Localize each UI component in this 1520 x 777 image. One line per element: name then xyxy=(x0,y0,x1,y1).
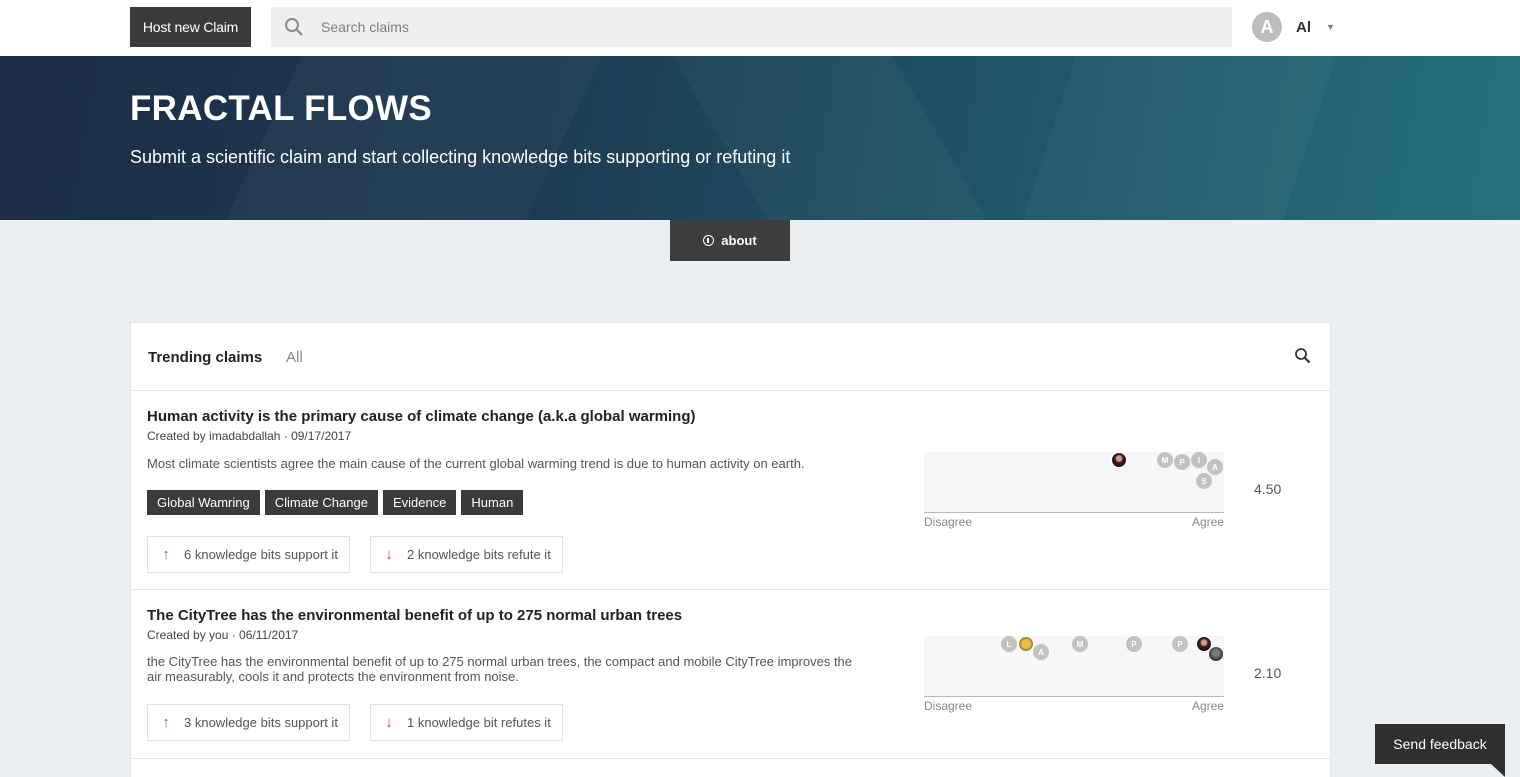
claim-meta: Created by imadabdallah · 09/17/2017 xyxy=(147,429,352,443)
arrow-up-icon: ↑ xyxy=(162,714,170,731)
voter-avatar[interactable]: S xyxy=(1196,473,1212,489)
claim-title[interactable]: Human activity is the primary cause of c… xyxy=(147,408,696,425)
tag[interactable]: Global Wamring xyxy=(147,490,260,515)
claim-description: the CityTree has the environmental benef… xyxy=(147,654,853,684)
tag[interactable]: Human xyxy=(461,490,524,515)
hero-facet xyxy=(673,56,988,220)
hero-banner: FRACTAL FLOWS Submit a scientific claim … xyxy=(0,56,1520,220)
voter-avatar[interactable]: P xyxy=(1126,636,1142,652)
claim-title[interactable]: The CityTree has the environmental benef… xyxy=(147,607,682,624)
agreement-spectrum: M P I A S Disagree Agree xyxy=(924,452,1225,532)
agreement-spectrum: L A M P P Disagree Agree xyxy=(924,636,1225,716)
refute-button[interactable]: ↓ 1 knowledge bit refutes it xyxy=(370,704,563,741)
page-subtitle: Submit a scientific claim and start coll… xyxy=(130,147,791,167)
voter-avatar[interactable] xyxy=(1018,636,1034,652)
voter-avatar[interactable]: L xyxy=(1001,636,1017,652)
search-bar[interactable] xyxy=(271,7,1232,47)
hero-facet xyxy=(1014,56,1345,220)
voter-avatar[interactable]: M xyxy=(1157,452,1173,468)
support-button[interactable]: ↑ 3 knowledge bits support it xyxy=(147,704,350,741)
claim-score: 2.10 xyxy=(1254,665,1282,681)
claim-item: The CityTree has the environmental benef… xyxy=(131,590,1330,759)
search-icon[interactable] xyxy=(1294,347,1312,365)
user-name: Al xyxy=(1296,18,1311,36)
voter-avatar[interactable]: I xyxy=(1191,452,1207,468)
disagree-label: Disagree xyxy=(924,515,973,529)
host-new-claim-button[interactable]: Host new Claim xyxy=(130,7,251,47)
top-bar: Host new Claim A Al ▼ xyxy=(0,0,1520,56)
feedback-tail xyxy=(1491,764,1505,777)
voter-avatar[interactable]: P xyxy=(1172,636,1188,652)
tab-all[interactable]: All xyxy=(286,349,303,366)
claim-item: Human activity is the primary cause of c… xyxy=(131,391,1330,590)
user-menu[interactable]: A Al ▼ xyxy=(1252,12,1335,42)
tag[interactable]: Evidence xyxy=(382,490,457,515)
claim-score: 4.50 xyxy=(1254,481,1282,497)
support-label: 3 knowledge bits support it xyxy=(184,715,338,730)
tab-trending[interactable]: Trending claims xyxy=(148,349,262,366)
agree-label: Agree xyxy=(1191,515,1224,529)
refute-label: 1 knowledge bit refutes it xyxy=(407,715,551,730)
avatar: A xyxy=(1252,12,1282,42)
hero-facet xyxy=(199,56,620,220)
voter-avatar[interactable]: A xyxy=(1207,459,1223,475)
claims-tabs: Trending claims All xyxy=(131,323,1330,391)
info-icon xyxy=(703,235,715,246)
voter-avatar[interactable]: P xyxy=(1174,454,1190,470)
voter-avatar[interactable] xyxy=(1208,646,1224,662)
about-button[interactable]: about xyxy=(670,220,790,261)
arrow-down-icon: ↓ xyxy=(385,546,393,563)
tag-list: Global Wamring Climate Change Evidence H… xyxy=(147,490,524,515)
disagree-label: Disagree xyxy=(924,699,973,713)
tag[interactable]: Climate Change xyxy=(264,490,378,515)
voter-avatar[interactable]: A xyxy=(1033,644,1049,660)
arrow-up-icon: ↑ xyxy=(162,546,170,563)
send-feedback-button[interactable]: Send feedback xyxy=(1375,724,1505,764)
arrow-down-icon: ↓ xyxy=(385,714,393,731)
support-label: 6 knowledge bits support it xyxy=(184,547,338,562)
caret-down-icon: ▼ xyxy=(1326,22,1335,32)
about-label: about xyxy=(721,233,757,248)
search-icon xyxy=(284,17,304,37)
voter-avatar[interactable] xyxy=(1111,452,1127,468)
claim-description: Most climate scientists agree the main c… xyxy=(147,456,805,471)
refute-label: 2 knowledge bits refute it xyxy=(407,547,551,562)
claims-card: Trending claims All Human activity is th… xyxy=(130,322,1331,777)
refute-button[interactable]: ↓ 2 knowledge bits refute it xyxy=(370,536,563,573)
voter-avatar[interactable]: M xyxy=(1072,636,1088,652)
support-button[interactable]: ↑ 6 knowledge bits support it xyxy=(147,536,350,573)
claim-meta: Created by you · 06/11/2017 xyxy=(147,628,299,642)
agree-label: Agree xyxy=(1191,699,1224,713)
search-input[interactable] xyxy=(321,19,1201,35)
page-title: FRACTAL FLOWS xyxy=(130,89,432,128)
